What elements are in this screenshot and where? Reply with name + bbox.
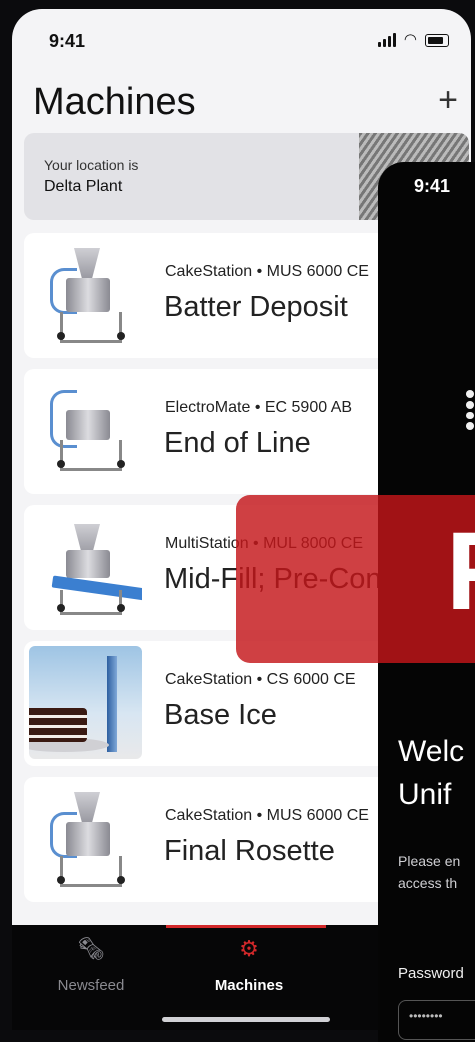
machine-image (30, 787, 142, 893)
machine-image (29, 646, 142, 759)
signal-icon (377, 33, 396, 47)
machine-image (30, 515, 142, 621)
location-label: Your location is (44, 157, 139, 173)
machine-image (30, 243, 142, 349)
tab-label: Machines (214, 977, 284, 994)
status-time: 9:41 (49, 31, 86, 51)
password-field[interactable]: •••••••• (398, 1000, 475, 1040)
password-label: Password (398, 965, 464, 982)
location-value: Delta Plant (44, 178, 123, 195)
brand-banner-overlay: F (236, 495, 475, 663)
machines-icon: ⚙︎ (239, 936, 259, 961)
logo-dots-icon (466, 390, 474, 430)
home-indicator (162, 1017, 330, 1022)
tab-newsfeed[interactable]: 🗞︎ Newsfeed (36, 935, 146, 994)
overlay-status-time: 9:41 (414, 176, 451, 196)
tab-machines[interactable]: ⚙︎ Machines (194, 935, 304, 994)
brand-letter: F (446, 517, 475, 627)
battery-icon (425, 33, 449, 47)
machine-name: Batter Deposit (164, 291, 348, 323)
page-title: Machines (33, 81, 196, 123)
description-line-1: Please en (398, 853, 461, 869)
active-tab-indicator (166, 925, 326, 928)
newsfeed-icon: 🗞︎ (77, 936, 105, 961)
welcome-heading: Welc Unif (398, 730, 464, 816)
machine-model: CakeStation • MUS 6000 CE (165, 263, 369, 280)
welcome-description: Please en access th (398, 850, 460, 894)
status-bar: 9:41 ◠ (12, 9, 471, 71)
wifi-icon: ◠ (403, 31, 417, 48)
machine-model: ElectroMate • EC 5900 AB (165, 399, 353, 416)
add-machine-button[interactable]: + (438, 80, 458, 120)
machine-name: Base Ice (164, 699, 277, 731)
description-line-2: access th (398, 875, 458, 891)
status-icons: ◠ (377, 31, 449, 48)
machine-model: CakeStation • MUS 6000 CE (165, 807, 369, 824)
machine-image (30, 379, 142, 485)
welcome-line-1: Welc (398, 735, 465, 768)
machine-name: Final Rosette (164, 835, 335, 867)
machine-model: CakeStation • CS 6000 CE (165, 671, 356, 688)
welcome-line-2: Unif (398, 778, 452, 811)
tab-label: Newsfeed (57, 977, 125, 994)
machine-name: End of Line (164, 427, 311, 459)
